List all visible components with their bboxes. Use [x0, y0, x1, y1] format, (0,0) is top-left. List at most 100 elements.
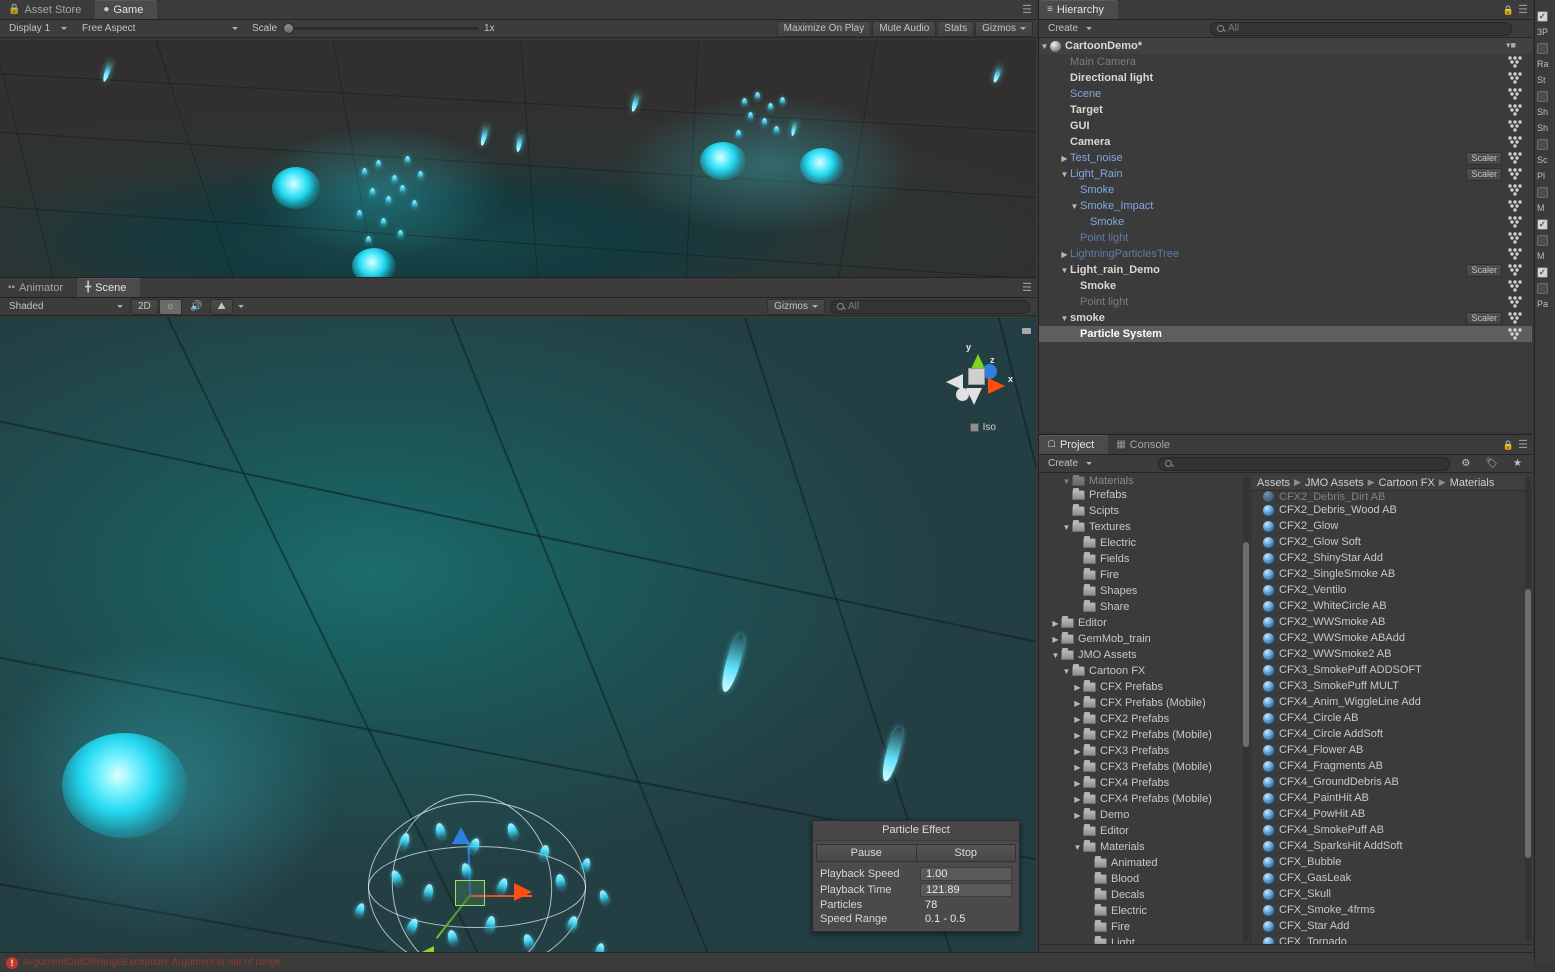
chevron-right-icon[interactable] [1059, 154, 1070, 163]
hierarchy-menu-icon[interactable]: ☰ [1518, 3, 1528, 16]
project-folder-row[interactable]: Textures [1039, 519, 1250, 535]
asset-row[interactable]: CFX2_WWSmoke ABAdd [1251, 630, 1532, 646]
tab-game[interactable]: ● Game [95, 0, 158, 19]
tab-asset-store[interactable]: 🔒 Asset Store [0, 0, 95, 19]
scene-options-icon[interactable]: ▾■ [1506, 40, 1524, 54]
chevron-right-icon[interactable] [1072, 779, 1083, 788]
project-folder-row[interactable]: JMO Assets [1039, 647, 1250, 663]
drag-handle-dots-icon[interactable] [1506, 119, 1524, 133]
drag-handle-dots-icon[interactable] [1506, 183, 1524, 197]
property-checkbox[interactable] [1537, 42, 1548, 54]
inspector-property-row[interactable] [1535, 88, 1555, 104]
project-folder-row[interactable]: Fire [1039, 567, 1250, 583]
inspector-property-row[interactable]: M [1535, 200, 1555, 216]
hierarchy-create-button[interactable]: Create [1041, 21, 1099, 37]
hierarchy-row-particle-system[interactable]: Particle System [1039, 326, 1532, 342]
game-view-canvas[interactable] [0, 40, 1036, 277]
playback-time-value[interactable]: 121.89 [920, 883, 1012, 897]
tab-project[interactable]: ☖ Project [1039, 435, 1109, 454]
stats-button[interactable]: Stats [937, 20, 975, 37]
chevron-right-icon[interactable] [1072, 795, 1083, 804]
drag-handle-dots-icon[interactable] [1506, 199, 1524, 213]
drag-handle-dots-icon[interactable] [1506, 215, 1524, 229]
aspect-dropdown[interactable]: Free Aspect [75, 21, 245, 37]
inspector-property-row[interactable]: M [1535, 248, 1555, 264]
chevron-right-icon[interactable] [1072, 731, 1083, 740]
hierarchy-row-smoke[interactable]: smoke Scaler [1039, 310, 1532, 326]
chevron-right-icon[interactable] [1050, 619, 1061, 628]
scene-search-input[interactable]: All [830, 299, 1030, 314]
asset-row[interactable]: CFX4_PaintHit AB [1251, 790, 1532, 806]
mute-audio-button[interactable]: Mute Audio [872, 20, 937, 37]
tab-scene[interactable]: ╋ Scene [77, 278, 141, 297]
asset-row[interactable]: CFX4_SparksHit AddSoft [1251, 838, 1532, 854]
chevron-down-icon[interactable] [1061, 667, 1072, 676]
hierarchy-row-smoke-impact[interactable]: Smoke_Impact [1039, 198, 1532, 214]
pause-button[interactable]: Pause [816, 844, 916, 862]
hierarchy-row-smoke[interactable]: Smoke [1039, 214, 1532, 230]
hierarchy-row-lightningparticlestree[interactable]: LightningParticlesTree [1039, 246, 1532, 262]
hierarchy-row-directional-light[interactable]: Directional light [1039, 70, 1532, 86]
scene-view-canvas[interactable]: y z x Iso Particle Effect Pause Stop Pla… [0, 318, 1036, 952]
asset-row[interactable]: CFX4_Fragments AB [1251, 758, 1532, 774]
project-tree-scrollbar[interactable] [1243, 477, 1249, 942]
asset-row[interactable]: CFX4_Circle AddSoft [1251, 726, 1532, 742]
project-folder-row[interactable]: Share [1039, 599, 1250, 615]
project-folder-row[interactable]: Light [1039, 935, 1250, 944]
hierarchy-row-light-rain-demo[interactable]: Light_rain_Demo Scaler [1039, 262, 1532, 278]
project-folder-row[interactable]: Fields [1039, 551, 1250, 567]
asset-row[interactable]: CFX4_Flower AB [1251, 742, 1532, 758]
drag-handle-dots-icon[interactable] [1506, 231, 1524, 245]
scene-lock-icon[interactable] [1022, 324, 1031, 335]
project-folder-row[interactable]: Scipts [1039, 503, 1250, 519]
project-create-button[interactable]: Create [1041, 456, 1099, 472]
effects-toggle-button[interactable]: ⛰ [210, 298, 233, 315]
drag-handle-dots-icon[interactable] [1506, 311, 1524, 325]
breadcrumb-item[interactable]: Assets [1257, 477, 1290, 489]
project-folder-row[interactable]: Materials [1039, 475, 1250, 487]
project-lock-icon[interactable]: 🔒 [1503, 440, 1514, 451]
maximize-on-play-button[interactable]: Maximize On Play [776, 20, 872, 37]
chevron-right-icon[interactable] [1050, 635, 1061, 644]
asset-row[interactable]: CFX2_SingleSmoke AB [1251, 566, 1532, 582]
inspector-property-row[interactable]: Pa [1535, 296, 1555, 312]
project-folder-row[interactable]: Fire [1039, 919, 1250, 935]
project-menu-icon[interactable]: ☰ [1518, 438, 1528, 451]
inspector-property-row[interactable]: Pl [1535, 168, 1555, 184]
inspector-property-row[interactable]: Ra [1535, 56, 1555, 72]
drag-handle-dots-icon[interactable] [1506, 295, 1524, 309]
chevron-down-icon[interactable] [1072, 843, 1083, 852]
asset-row[interactable]: CFX2_Glow [1251, 518, 1532, 534]
asset-row[interactable]: CFX2_Debris_Dirt AB [1251, 491, 1532, 502]
project-folder-row[interactable]: Editor [1039, 615, 1250, 631]
project-search-input[interactable] [1158, 456, 1451, 471]
project-folder-row[interactable]: CFX4 Prefabs (Mobile) [1039, 791, 1250, 807]
project-folder-row[interactable]: Electric [1039, 903, 1250, 919]
project-folder-row[interactable]: Shapes [1039, 583, 1250, 599]
draw-mode-dropdown[interactable]: Shaded [2, 299, 130, 315]
inspector-property-row[interactable]: Sh [1535, 120, 1555, 136]
chevron-down-icon[interactable] [1059, 314, 1070, 323]
hierarchy-row-target[interactable]: Target [1039, 102, 1532, 118]
project-folder-row[interactable]: Prefabs [1039, 487, 1250, 503]
asset-row[interactable]: CFX_GasLeak [1251, 870, 1532, 886]
scaler-badge[interactable]: Scaler [1466, 168, 1502, 181]
tab-animator[interactable]: ▪▪ Animator [0, 278, 77, 297]
filter-by-type-button[interactable]: ⚙ [1454, 456, 1477, 472]
drag-handle-dots-icon[interactable] [1506, 71, 1524, 85]
inspector-property-row[interactable] [1535, 40, 1555, 56]
chevron-down-icon[interactable] [1061, 523, 1072, 532]
drag-handle-dots-icon[interactable] [1506, 279, 1524, 293]
inspector-property-row[interactable]: ✓ [1535, 264, 1555, 280]
inspector-property-row[interactable] [1535, 232, 1555, 248]
asset-row[interactable]: CFX3_SmokePuff ADDSOFT [1251, 662, 1532, 678]
scaler-badge[interactable]: Scaler [1466, 264, 1502, 277]
inspector-property-row[interactable]: St [1535, 72, 1555, 88]
chevron-right-icon[interactable] [1072, 715, 1083, 724]
drag-handle-dots-icon[interactable] [1506, 167, 1524, 181]
asset-row[interactable]: CFX_Bubble [1251, 854, 1532, 870]
breadcrumb-item[interactable]: Cartoon FX [1379, 477, 1435, 489]
asset-row[interactable]: CFX2_WhiteCircle AB [1251, 598, 1532, 614]
favorites-button[interactable]: ★ [1506, 456, 1529, 472]
inspector-property-row[interactable] [1535, 184, 1555, 200]
